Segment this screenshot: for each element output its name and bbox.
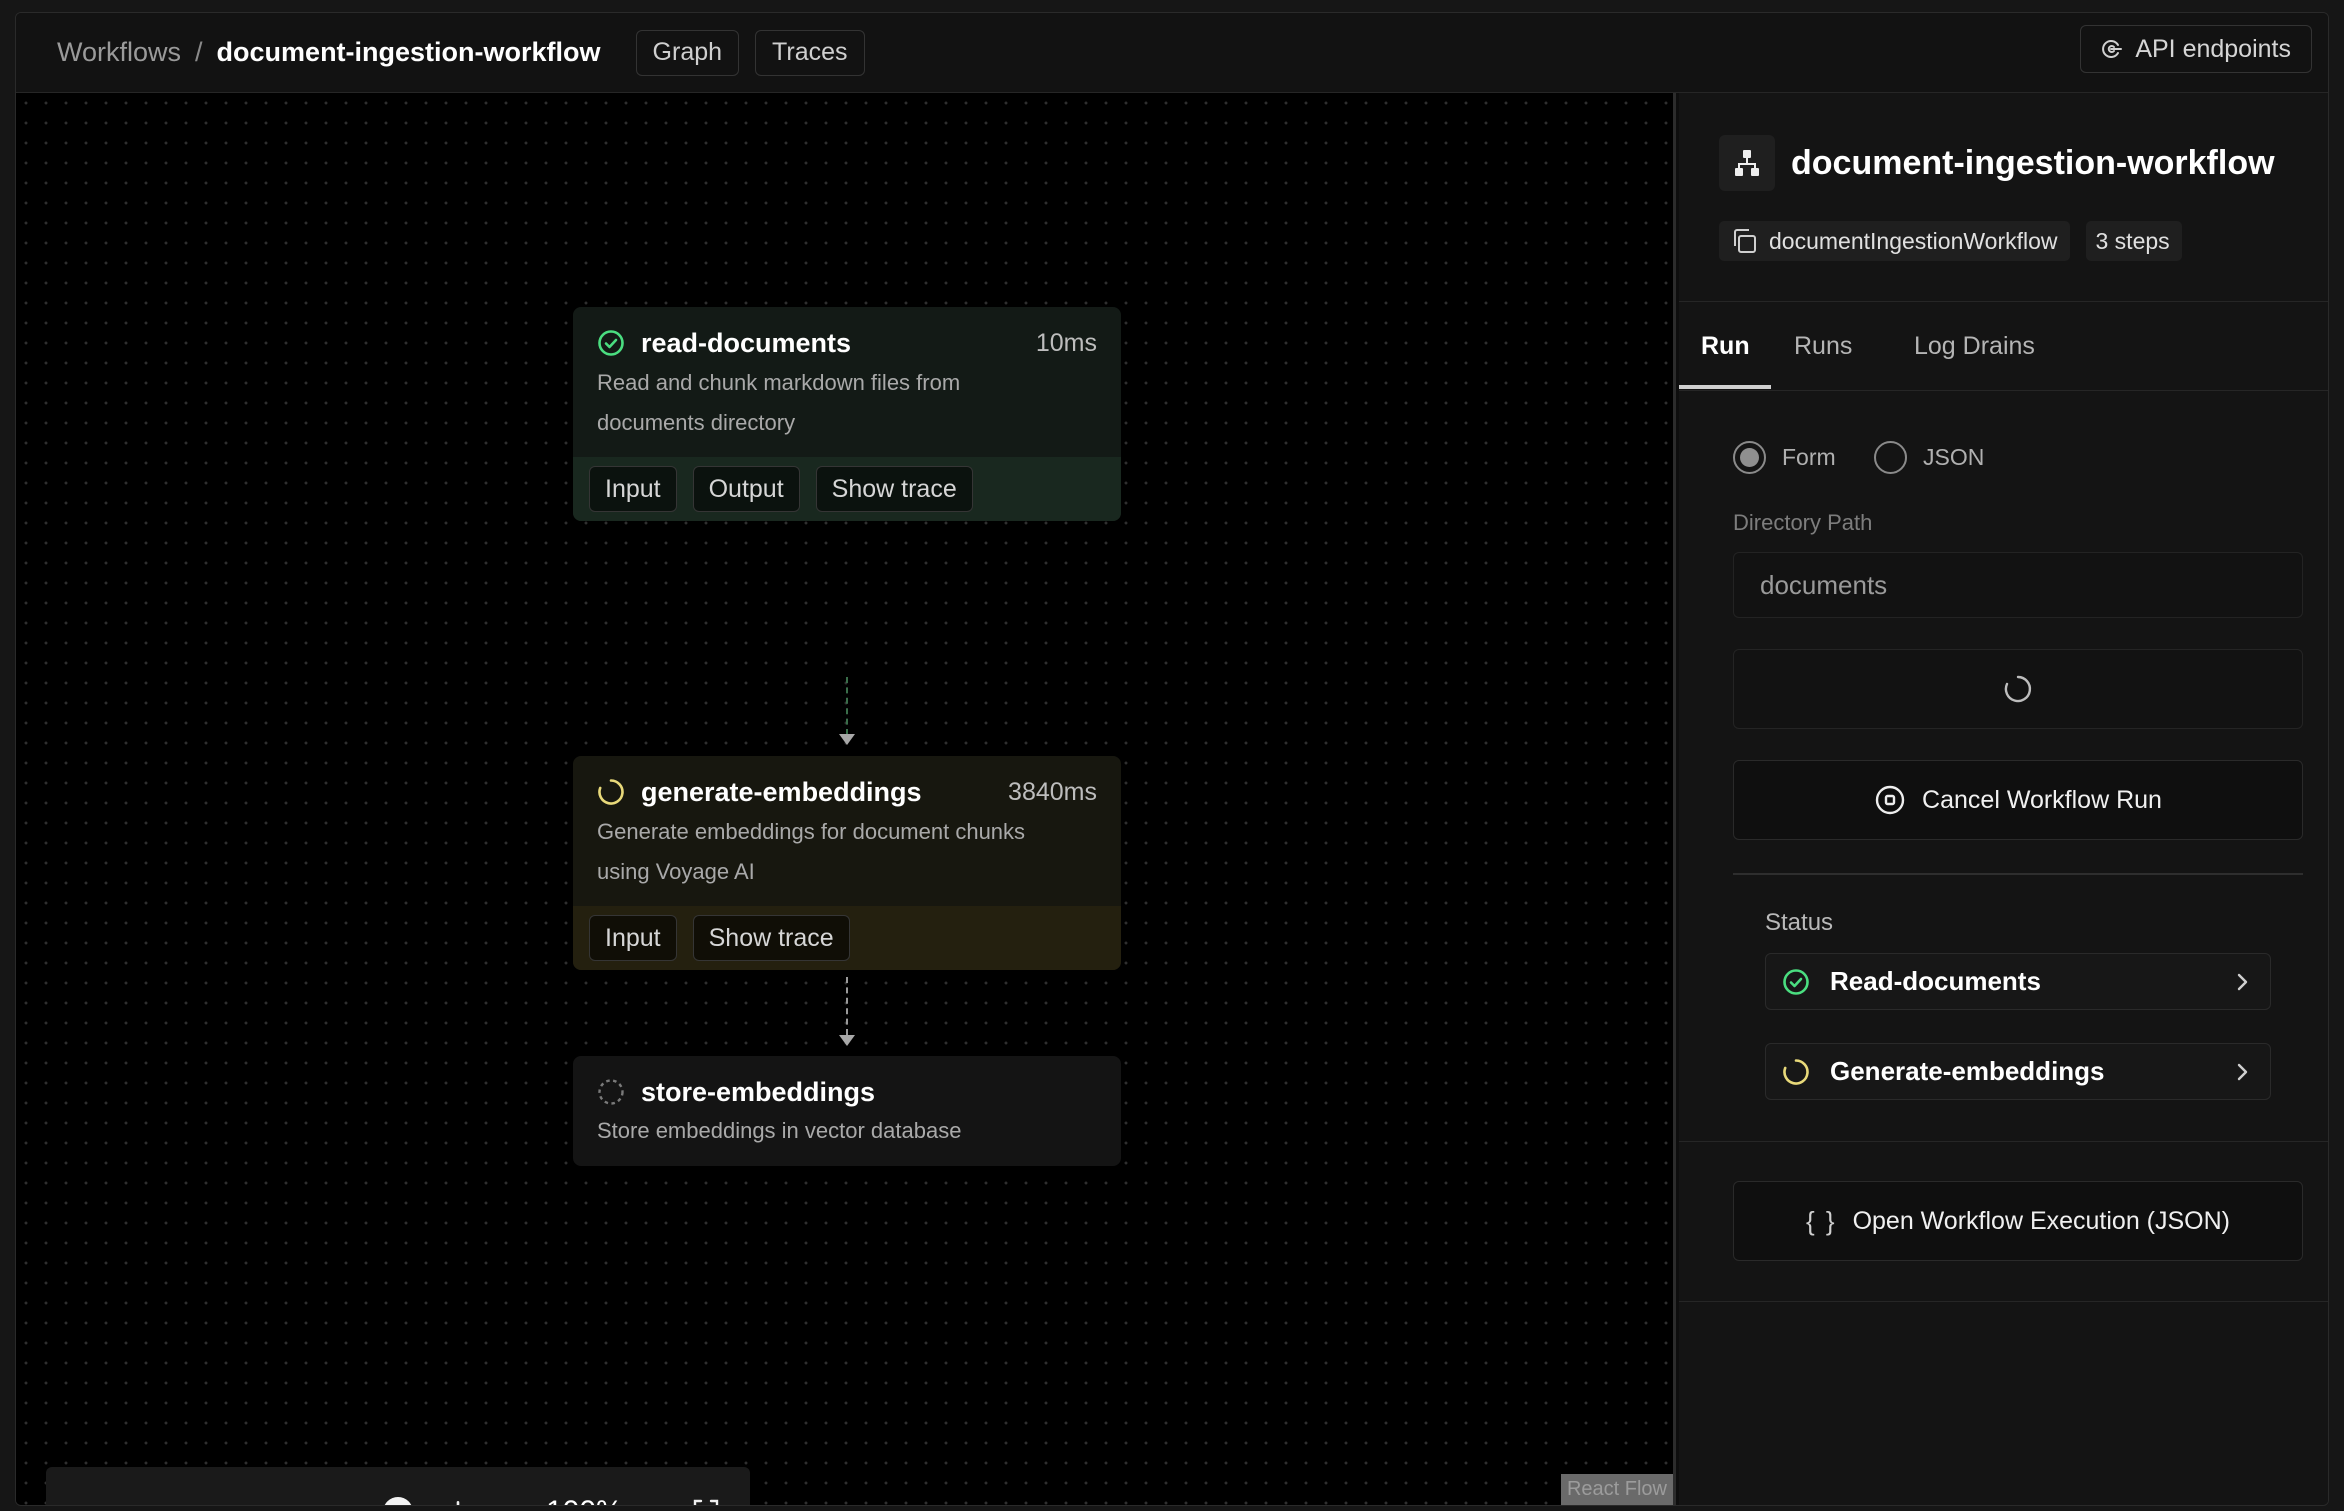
tab-traces[interactable]: Traces — [755, 29, 865, 76]
loading-spinner-icon — [2003, 674, 2033, 704]
workflow-id-text: documentIngestionWorkflow — [1769, 227, 2058, 254]
panel-title: document-ingestion-workflow — [1791, 143, 2275, 182]
api-icon — [2099, 37, 2123, 61]
node-description-line: using Voyage AI — [597, 859, 755, 884]
react-flow-attribution[interactable]: React Flow — [1560, 1474, 1673, 1505]
spinner-icon — [1782, 1058, 1810, 1086]
zoom-out-icon[interactable] — [74, 1467, 106, 1505]
input-mode-form[interactable]: Form — [1733, 439, 1836, 475]
breadcrumb-current: document-ingestion-workflow — [216, 37, 601, 67]
show-trace-button[interactable]: Show trace — [815, 466, 973, 512]
breadcrumb-separator: / — [195, 37, 203, 67]
pending-circle-icon — [597, 1078, 625, 1106]
tab-log-drains[interactable]: Log Drains — [1914, 302, 2035, 390]
status-item-read-documents[interactable]: Read-documents — [1765, 953, 2271, 1010]
directory-path-input[interactable]: documents — [1733, 552, 2303, 618]
input-button[interactable]: Input — [589, 915, 677, 961]
node-description: Generate embeddings for document chunks … — [597, 812, 1097, 892]
node-description: Read and chunk markdown files from docum… — [597, 363, 1097, 443]
success-check-icon — [597, 329, 625, 357]
step-node-read-documents[interactable]: read-documents 10ms Read and chunk markd… — [573, 307, 1121, 521]
form-radio[interactable] — [1733, 440, 1766, 474]
edge-arrow-icon — [839, 734, 855, 745]
step-node-generate-embeddings[interactable]: generate-embeddings 3840ms Generate embe… — [573, 756, 1121, 970]
api-endpoints-label: API endpoints — [2135, 34, 2291, 63]
app-window: Workflows / document-ingestion-workflow … — [15, 12, 2329, 1506]
status-item-label: Read-documents — [1830, 966, 2041, 996]
divider — [1679, 1141, 2328, 1142]
node-description-line: Read and chunk markdown files from — [597, 370, 961, 395]
cancel-workflow-run-label: Cancel Workflow Run — [1922, 785, 2162, 814]
node-actions: Input Show trace — [573, 906, 1121, 970]
active-tab-indicator — [1679, 385, 1771, 389]
divider — [1733, 873, 2303, 875]
open-workflow-execution-label: Open Workflow Execution (JSON) — [1852, 1206, 2231, 1235]
stop-circle-icon — [1874, 784, 1906, 816]
open-workflow-execution-json-button[interactable]: { } Open Workflow Execution (JSON) — [1733, 1181, 2303, 1261]
fit-view-icon[interactable] — [690, 1467, 722, 1505]
node-title: read-documents — [641, 327, 852, 358]
edge-connector — [846, 977, 848, 1035]
zoom-slider-thumb[interactable] — [383, 1497, 413, 1505]
chevron-right-icon — [2232, 970, 2252, 994]
json-radio-label: JSON — [1923, 443, 1985, 470]
tab-run[interactable]: Run — [1679, 302, 1771, 390]
copy-icon[interactable] — [1729, 226, 1759, 256]
workflow-icon — [1719, 135, 1775, 191]
edge-connector — [846, 677, 848, 735]
step-node-store-embeddings[interactable]: store-embeddings Store embeddings in vec… — [573, 1056, 1121, 1166]
edge-arrow-icon — [839, 1035, 855, 1046]
tab-runs[interactable]: Runs — [1794, 302, 1852, 390]
steps-count-chip: 3 steps — [2085, 221, 2182, 261]
panel-tabs: Run Runs Log Drains — [1679, 301, 2328, 391]
top-bar: Workflows / document-ingestion-workflow … — [16, 13, 2328, 93]
node-description-line: Generate embeddings for document chunks — [597, 819, 1026, 844]
output-button[interactable]: Output — [692, 466, 800, 512]
workflow-side-panel: document-ingestion-workflow documentInge… — [1679, 93, 2328, 1505]
node-title: generate-embeddings — [641, 776, 922, 807]
breadcrumb-workflows[interactable]: Workflows — [57, 37, 181, 68]
braces-icon: { } — [1805, 1205, 1837, 1236]
run-button-loading[interactable] — [1733, 649, 2303, 729]
tab-graph[interactable]: Graph — [635, 29, 740, 76]
success-check-icon — [1782, 968, 1810, 996]
spinner-icon — [597, 778, 625, 806]
json-radio[interactable] — [1874, 440, 1907, 474]
node-title: store-embeddings — [641, 1076, 876, 1107]
node-description-line: documents directory — [597, 410, 796, 435]
tab-run-label: Run — [1701, 331, 1750, 360]
directory-path-label: Directory Path — [1733, 510, 1873, 535]
zoom-level: 100% — [546, 1467, 623, 1505]
input-mode-json[interactable]: JSON — [1874, 439, 1984, 475]
show-trace-button[interactable]: Show trace — [692, 915, 850, 961]
api-endpoints-button[interactable]: API endpoints — [2080, 25, 2312, 73]
form-radio-label: Form — [1782, 443, 1836, 470]
divider — [1679, 1301, 2328, 1302]
workflow-id-chip[interactable]: documentIngestionWorkflow — [1719, 221, 2070, 261]
cancel-workflow-run-button[interactable]: Cancel Workflow Run — [1733, 760, 2303, 840]
zoom-in-icon[interactable] — [442, 1467, 474, 1505]
node-actions: Input Output Show trace — [573, 457, 1121, 521]
status-item-generate-embeddings[interactable]: Generate-embeddings — [1765, 1043, 2271, 1100]
node-description-line: Store embeddings in vector database — [597, 1118, 962, 1143]
input-button[interactable]: Input — [589, 466, 677, 512]
workflow-canvas[interactable]: read-documents 10ms Read and chunk markd… — [16, 93, 1676, 1505]
status-item-label: Generate-embeddings — [1830, 1056, 2105, 1086]
node-duration: 10ms — [1035, 328, 1097, 357]
zoom-controls: 100% — [46, 1467, 750, 1505]
node-description: Store embeddings in vector database — [597, 1112, 1097, 1150]
status-heading: Status — [1765, 909, 1834, 936]
chevron-right-icon — [2232, 1060, 2252, 1084]
node-duration: 3840ms — [1008, 777, 1097, 806]
